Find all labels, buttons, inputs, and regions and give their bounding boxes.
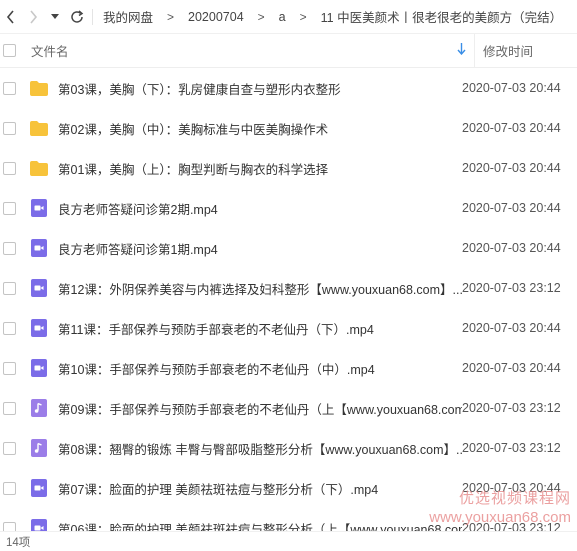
file-modified-time: 2020-07-03 20:44 [462,321,561,335]
file-name[interactable]: 第10课：手部保养与预防手部衰老的不老仙丹（中）.mp4 [58,359,462,378]
row-checkbox[interactable] [3,441,16,455]
chevron-right-icon [30,9,38,24]
file-row[interactable]: 第03课，美胸（下）：乳房健康自查与塑形内衣整形 2020-07-03 20:44 [0,68,577,108]
file-name[interactable]: 良方老师答疑问诊第1期.mp4 [58,239,462,258]
folder-icon [30,159,48,177]
row-checkbox[interactable] [3,161,16,175]
file-name[interactable]: 第01课，美胸（上）：胸型判断与胸衣的科学选择 [58,159,462,178]
file-modified-time: 2020-07-03 23:12 [462,441,561,455]
caret-down-icon [51,13,59,19]
file-row[interactable]: 良方老师答疑问诊第1期.mp4 2020-07-03 20:44 [0,228,577,268]
file-modified-time: 2020-07-03 20:44 [462,481,561,495]
file-row[interactable]: 第02课，美胸（中）：美胸标准与中医美胸操作术 2020-07-03 20:44 [0,108,577,148]
column-modified-time[interactable]: 修改时间 [483,41,533,60]
refresh-button[interactable] [66,0,88,33]
video-file-icon [30,239,48,257]
breadcrumb-separator-icon: > [299,9,307,24]
navigation-bar: 我的网盘 > 20200704 > a > 11 中医美颜术丨很老很老的美颜方（… [0,0,577,34]
file-row[interactable]: 第10课：手部保养与预防手部衰老的不老仙丹（中）.mp4 2020-07-03 2… [0,348,577,388]
back-button[interactable] [0,0,22,33]
file-name[interactable]: 第03课，美胸（下）：乳房健康自查与塑形内衣整形 [58,79,462,98]
video-file-icon [30,199,48,217]
file-name[interactable]: 良方老师答疑问诊第2期.mp4 [58,199,462,218]
file-name[interactable]: 第08课：翘臀的锻炼 丰臀与臀部吸脂整形分析【www.youxuan68.com… [58,439,462,458]
row-checkbox[interactable] [3,321,16,335]
file-modified-time: 2020-07-03 20:44 [462,121,561,135]
breadcrumb-item-a[interactable]: a [277,10,288,24]
file-modified-time: 2020-07-03 20:44 [462,201,561,215]
video-file-icon [30,279,48,297]
file-row[interactable]: 第12课：外阴保养美容与内裤选择及妇科整形【www.youxuan68.com】… [0,268,577,308]
forward-button[interactable] [22,0,44,33]
row-checkbox[interactable] [3,121,16,135]
folder-icon [30,119,48,137]
row-checkbox[interactable] [3,201,16,215]
row-checkbox[interactable] [3,481,16,495]
file-modified-time: 2020-07-03 20:44 [462,361,561,375]
sort-down-arrow-icon[interactable] [451,43,471,58]
nav-divider [92,8,93,25]
file-row[interactable]: 第07课：脸面的护理 美颜祛斑祛痘与整形分析（下）.mp4 2020-07-03 … [0,468,577,508]
column-header: 文件名 修改时间 [0,33,577,68]
file-row[interactable]: 第11课：手部保养与预防手部衰老的不老仙丹（下）.mp4 2020-07-03 2… [0,308,577,348]
row-checkbox[interactable] [3,281,16,295]
file-modified-time: 2020-07-03 23:12 [462,401,561,415]
file-row[interactable]: 第01课，美胸（上）：胸型判断与胸衣的科学选择 2020-07-03 20:44 [0,148,577,188]
status-footer: 14项 [0,531,577,551]
row-checkbox[interactable] [3,401,16,415]
file-row[interactable]: 良方老师答疑问诊第2期.mp4 2020-07-03 20:44 [0,188,577,228]
breadcrumb-item-date[interactable]: 20200704 [186,10,246,24]
file-modified-time: 2020-07-03 23:12 [462,281,561,295]
file-name[interactable]: 第07课：脸面的护理 美颜祛斑祛痘与整形分析（下）.mp4 [58,479,462,498]
file-name[interactable]: 第12课：外阴保养美容与内裤选择及妇科整形【www.youxuan68.com】… [58,279,462,298]
video-file-icon [30,479,48,497]
file-modified-time: 2020-07-03 20:44 [462,81,561,95]
column-divider[interactable] [474,33,475,68]
select-all-checkbox[interactable] [3,44,16,57]
file-row[interactable]: 第09课：手部保养与预防手部衰老的不老仙丹（上【www.youxuan68.co… [0,388,577,428]
file-name[interactable]: 第11课：手部保养与预防手部衰老的不老仙丹（下）.mp4 [58,319,462,338]
row-checkbox[interactable] [3,361,16,375]
folder-icon [30,79,48,97]
refresh-icon [71,9,84,23]
row-checkbox[interactable] [3,81,16,95]
audio-file-icon [30,439,48,457]
video-file-icon [30,359,48,377]
breadcrumb-item-current[interactable]: 11 中医美颜术丨很老很老的美颜方（完结） [319,7,564,26]
column-filename[interactable]: 文件名 [31,41,451,60]
breadcrumb-separator-icon: > [257,9,265,24]
file-list: 第03课，美胸（下）：乳房健康自查与塑形内衣整形 2020-07-03 20:44… [0,68,577,548]
video-file-icon [30,319,48,337]
file-name[interactable]: 第09课：手部保养与预防手部衰老的不老仙丹（上【www.youxuan68.co… [58,399,462,418]
file-modified-time: 2020-07-03 20:44 [462,241,561,255]
breadcrumb-separator-icon: > [167,9,175,24]
breadcrumb: 我的网盘 > 20200704 > a > 11 中医美颜术丨很老很老的美颜方（… [101,7,564,26]
history-dropdown-button[interactable] [44,0,66,33]
item-count: 14项 [6,536,31,549]
file-modified-time: 2020-07-03 20:44 [462,161,561,175]
file-row[interactable]: 第08课：翘臀的锻炼 丰臀与臀部吸脂整形分析【www.youxuan68.com… [0,428,577,468]
audio-file-icon [30,399,48,417]
chevron-left-icon [6,9,14,24]
breadcrumb-item-root[interactable]: 我的网盘 [101,7,155,26]
row-checkbox[interactable] [3,241,16,255]
file-name[interactable]: 第02课，美胸（中）：美胸标准与中医美胸操作术 [58,119,462,138]
